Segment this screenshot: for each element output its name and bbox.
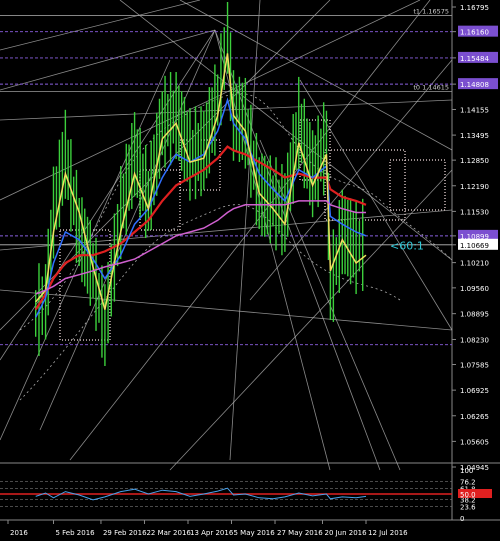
price-tick-label: 1.09560 (460, 285, 489, 293)
price-tick-label: 1.05605 (460, 438, 489, 446)
price-tick-label: 1.14808 (460, 81, 489, 89)
price-tick-label: 1.12850 (460, 157, 489, 165)
oscillator-tick-label: 23.6 (460, 504, 476, 512)
forex-chart[interactable]: t1 1.16575 t0 1.14615 <60:1 1.16795 1.16160… (0, 0, 500, 541)
time-tick-label: 29 Feb 2016 (103, 529, 147, 537)
time-tick-label: 20 Jun 2016 (324, 529, 367, 537)
time-tick-label: 12 Jul 2016 (368, 529, 408, 537)
oscillator-tick-label: 100 (460, 467, 473, 475)
target-level-label: t1 1.16575 (413, 8, 449, 16)
price-tick-label: 1.15484 (460, 55, 489, 63)
time-tick-label: 5 Feb 2016 (55, 529, 95, 537)
harmonic-ratio-label: <60:1 (390, 240, 424, 253)
price-tick-label: 1.07585 (460, 362, 489, 370)
price-tick-label: 1.16160 (460, 29, 489, 37)
price-tick-label: 1.14155 (460, 106, 489, 114)
price-tick-label: 1.08230 (460, 336, 489, 344)
price-tick-label: 1.11530 (460, 208, 489, 216)
price-tick-label: 1.16795 (460, 4, 489, 12)
price-tick-label: 1.06925 (460, 387, 489, 395)
time-tick-label: 22 Mar 2016 (146, 529, 191, 537)
time-tick-label: 2016 (10, 529, 28, 537)
time-tick-label: 5 May 2016 (234, 529, 276, 537)
time-tick-label: 13 Apr 2016 (190, 529, 234, 537)
price-tick-label: 1.06265 (460, 413, 489, 421)
oscillator-tick-label: 0 (460, 515, 464, 523)
price-tick-label: 1.08895 (460, 311, 489, 319)
price-tick-label: 1.10210 (460, 260, 489, 268)
time-tick-label: 27 May 2016 (277, 529, 323, 537)
target-level-label: t0 1.14615 (413, 84, 449, 92)
price-tick-label: 1.13495 (460, 132, 489, 140)
price-tick-label: 1.12190 (460, 183, 489, 191)
price-tick-label: 1.10669 (460, 242, 489, 250)
